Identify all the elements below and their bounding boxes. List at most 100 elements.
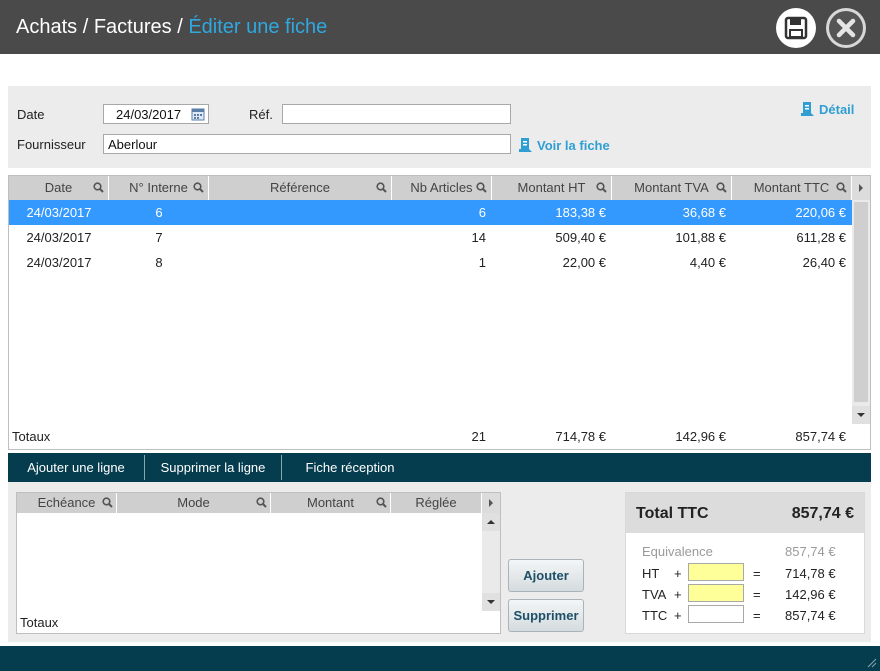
payment-schedule-table[interactable]: Echéance Mode Montant Réglée Totaux — [16, 492, 501, 634]
breadcrumb-separator: / — [171, 16, 189, 38]
column-header-internal-number[interactable]: N° Interne — [109, 176, 209, 200]
search-icon[interactable] — [476, 182, 487, 193]
floppy-disk-icon — [784, 16, 808, 40]
column-header-amount[interactable]: Montant — [271, 493, 391, 513]
date-label: Date — [17, 107, 45, 122]
delete-line-button[interactable]: Supprimer la ligne — [145, 453, 281, 482]
column-header-amount-tva[interactable]: Montant TVA — [612, 176, 732, 200]
ht-value: 714,78 € — [785, 566, 836, 581]
scroll-down-button[interactable] — [482, 593, 500, 611]
equals-sign: = — [753, 587, 761, 602]
total-amount-ttc: 857,74 € — [795, 429, 846, 444]
schedule-totals-label: Totaux — [20, 615, 59, 630]
equivalence-value: 857,74 € — [785, 544, 836, 559]
column-header-item-count[interactable]: Nb Articles — [392, 176, 492, 200]
search-icon[interactable] — [596, 182, 607, 193]
equals-sign: = — [753, 566, 761, 581]
total-amount-ht: 714,78 € — [555, 429, 606, 444]
breadcrumb-achats[interactable]: Achats — [16, 16, 77, 38]
plus-sign: + — [674, 566, 682, 581]
vertical-scrollbar[interactable] — [482, 513, 500, 611]
tva-value: 142,96 € — [785, 587, 836, 602]
ttc-input[interactable] — [688, 605, 744, 623]
vertical-scrollbar[interactable] — [852, 200, 870, 424]
chevron-right-icon — [859, 184, 863, 192]
total-summary-panel: Total TTC 857,74 € Equivalence 857,74 € … — [625, 492, 865, 634]
date-value: 24/03/2017 — [116, 107, 182, 122]
breadcrumb-current: Éditer une fiche — [188, 16, 328, 38]
schedule-table-header: Echéance Mode Montant Réglée — [17, 493, 482, 513]
ht-input[interactable] — [688, 563, 744, 581]
view-supplier-link[interactable]: Voir la fiche — [519, 137, 610, 153]
search-icon[interactable] — [256, 497, 267, 508]
line-actions-toolbar: Ajouter une ligne Supprimer la ligne Fic… — [8, 453, 871, 482]
scroll-up-button[interactable] — [482, 513, 500, 531]
document-hand-icon — [519, 138, 532, 152]
ttc-value: 857,74 € — [785, 608, 836, 623]
add-line-button[interactable]: Ajouter une ligne — [8, 453, 144, 482]
supplier-label: Fournisseur — [17, 137, 86, 152]
supplier-field[interactable]: Aberlour — [103, 134, 511, 154]
title-bar: Achats / Factures / Éditer une fiche — [0, 0, 880, 54]
payment-area: Echéance Mode Montant Réglée Totaux Ajou… — [8, 482, 871, 642]
search-icon[interactable] — [193, 182, 204, 193]
ht-label: HT — [642, 566, 660, 581]
search-icon[interactable] — [93, 182, 104, 193]
scroll-right-button[interactable] — [852, 176, 870, 200]
document-hand-icon — [801, 102, 814, 116]
total-ttc-label: Total TTC — [636, 505, 709, 522]
close-x-icon — [829, 11, 863, 45]
add-payment-button[interactable]: Ajouter — [508, 559, 584, 592]
ref-field[interactable] — [282, 104, 511, 124]
close-button[interactable] — [826, 8, 866, 48]
status-bar — [0, 646, 880, 671]
ref-label: Réf. — [249, 107, 273, 122]
delete-payment-button[interactable]: Supprimer — [508, 599, 584, 632]
view-supplier-label: Voir la fiche — [537, 138, 610, 153]
breadcrumb: Achats / Factures / Éditer une fiche — [16, 16, 327, 39]
scroll-right-button[interactable] — [482, 493, 500, 513]
total-item-count: 21 — [471, 429, 486, 444]
plus-sign: + — [674, 608, 682, 623]
table-row[interactable]: 24/03/2017 6 6 183,38 € 36,68 € 220,06 € — [9, 200, 852, 225]
column-header-date[interactable]: Date — [9, 176, 109, 200]
search-icon[interactable] — [102, 497, 113, 508]
triangle-down-icon — [857, 413, 865, 417]
total-amount-tva: 142,96 € — [675, 429, 726, 444]
save-button[interactable] — [776, 8, 816, 48]
column-header-amount-ttc[interactable]: Montant TTC — [732, 176, 852, 200]
tva-input[interactable] — [688, 584, 744, 602]
calendar-icon[interactable] — [191, 107, 205, 121]
resize-grip-icon[interactable] — [865, 656, 877, 668]
search-icon[interactable] — [376, 497, 387, 508]
reception-sheet-button[interactable]: Fiche réception — [282, 453, 418, 482]
totals-row: Totaux 21 714,78 € 142,96 € 857,74 € — [9, 426, 852, 448]
search-icon[interactable] — [836, 182, 847, 193]
table-row[interactable]: 24/03/2017 7 14 509,40 € 101,88 € 611,28… — [9, 225, 852, 250]
column-header-due-date[interactable]: Echéance — [17, 493, 117, 513]
plus-sign: + — [674, 587, 682, 602]
triangle-down-icon — [487, 600, 495, 604]
totals-label: Totaux — [12, 429, 51, 444]
triangle-up-icon — [487, 520, 495, 524]
breadcrumb-separator: / — [77, 16, 94, 38]
column-header-mode[interactable]: Mode — [117, 493, 271, 513]
ttc-label: TTC — [642, 608, 668, 623]
search-icon[interactable] — [716, 182, 727, 193]
tva-label: TVA — [642, 587, 667, 602]
detail-link[interactable]: Détail — [801, 101, 854, 117]
table-row[interactable]: 24/03/2017 8 1 22,00 € 4,40 € 26,40 € — [9, 250, 852, 275]
equivalence-panel: Equivalence 857,74 € HT + = 714,78 € TVA… — [630, 539, 860, 629]
invoice-lines-table[interactable]: Date N° Interne Référence Nb Articles Mo… — [8, 175, 871, 450]
breadcrumb-factures[interactable]: Factures — [94, 16, 172, 38]
column-header-amount-ht[interactable]: Montant HT — [492, 176, 612, 200]
chevron-right-icon — [489, 499, 493, 507]
column-header-reference[interactable]: Référence — [209, 176, 392, 200]
scroll-down-button[interactable] — [852, 406, 870, 424]
scrollbar-thumb[interactable] — [854, 202, 868, 402]
column-header-settled[interactable]: Réglée — [391, 493, 482, 513]
search-icon[interactable] — [376, 182, 387, 193]
total-ttc-value: 857,74 € — [791, 505, 854, 522]
equivalence-label: Equivalence — [642, 544, 713, 559]
date-field[interactable]: 24/03/2017 — [103, 104, 209, 124]
